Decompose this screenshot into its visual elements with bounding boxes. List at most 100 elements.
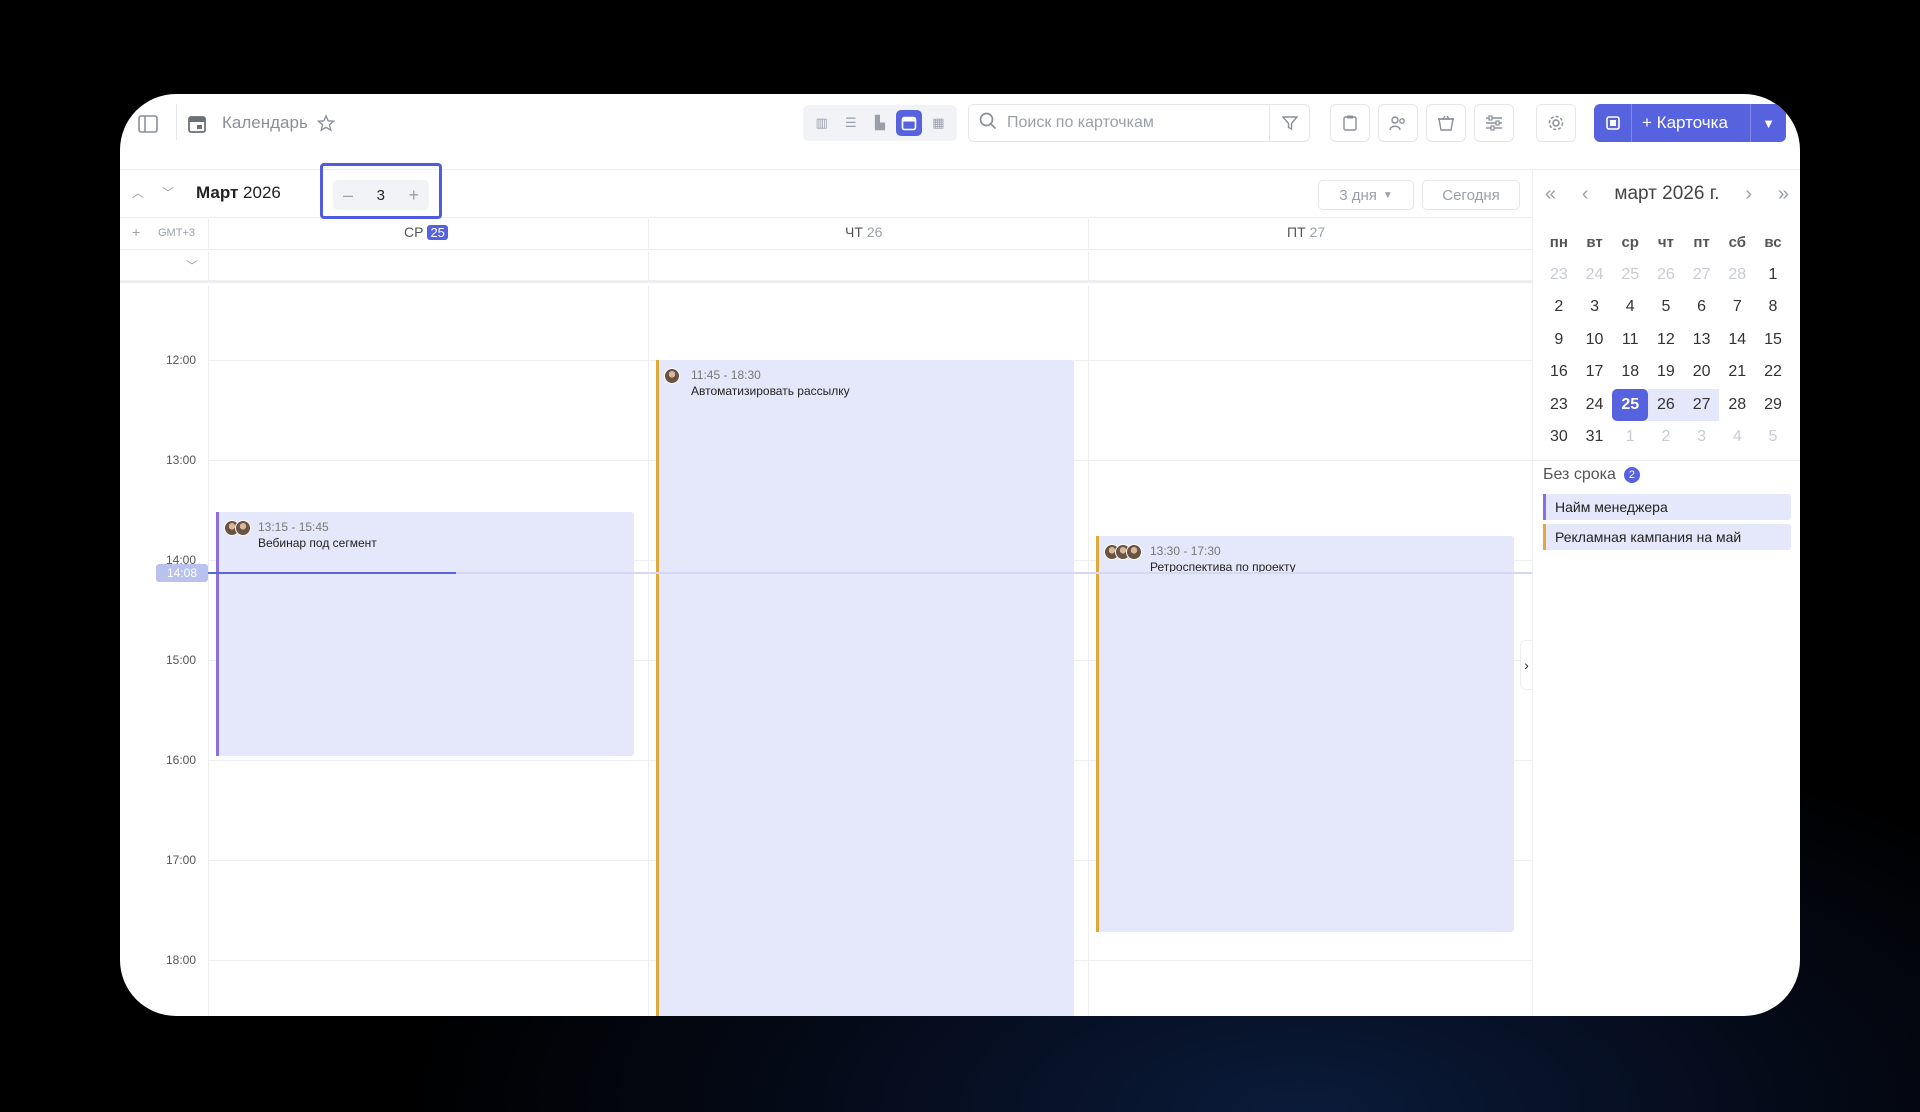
no-deadline-card[interactable]: Рекламная кампания на май — [1543, 524, 1791, 550]
gantt-view-icon[interactable]: ▙ — [867, 110, 893, 136]
date-cell[interactable]: 12 — [1648, 324, 1684, 357]
date-cell[interactable]: 3 — [1577, 291, 1613, 324]
plus-icon: + — [1642, 113, 1652, 132]
date-cell[interactable]: 21 — [1719, 356, 1755, 389]
users-icon[interactable] — [1378, 104, 1418, 142]
date-cell[interactable]: 1 — [1755, 259, 1791, 292]
date-cell[interactable]: 15 — [1755, 324, 1791, 357]
now-line-today — [206, 572, 456, 574]
double-chevron-right-icon[interactable]: » — [1778, 183, 1789, 206]
range-label: 3 дня — [1339, 186, 1377, 204]
add-card-text: Карточка — [1656, 113, 1728, 132]
date-cell[interactable]: 26 — [1648, 259, 1684, 292]
event-card[interactable]: 13:30 - 17:30 Ретроспектива по проекту — [1096, 536, 1514, 932]
hour-label: 13:00 — [166, 453, 197, 467]
no-deadline-card[interactable]: Найм менеджера — [1543, 494, 1791, 520]
clipboard-icon[interactable] — [1330, 104, 1370, 142]
date-cell[interactable]: 25 — [1612, 259, 1648, 292]
day-header-wed[interactable]: СР 25 — [404, 224, 448, 240]
day-header-fri[interactable]: ПТ 27 — [1287, 224, 1325, 240]
sidebar-toggle-icon[interactable] — [136, 112, 160, 136]
event-card[interactable]: 13:15 - 15:45 Вебинар под сегмент — [216, 512, 634, 756]
double-chevron-left-icon[interactable]: « — [1545, 183, 1556, 206]
date-cell[interactable]: 4 — [1719, 421, 1755, 454]
date-cell[interactable]: 24 — [1577, 259, 1613, 292]
hour-label: 16:00 — [166, 753, 197, 767]
weekday-label: ср — [1621, 233, 1639, 251]
date-cell[interactable]: 10 — [1577, 324, 1613, 357]
chevron-left-icon[interactable]: ‹ — [1582, 183, 1589, 206]
week-row: 23 24 25 26 27 28 29 — [1541, 388, 1791, 422]
date-cell[interactable]: 5 — [1755, 421, 1791, 454]
date-cell[interactable]: 5 — [1648, 291, 1684, 324]
filter-icon[interactable] — [1269, 105, 1309, 141]
date-cell[interactable]: 7 — [1719, 291, 1755, 324]
weekday-label: пт — [1693, 233, 1710, 251]
date-cell[interactable]: 13 — [1684, 324, 1720, 357]
date-cell[interactable]: 24 — [1577, 389, 1613, 422]
date-cell[interactable]: 30 — [1541, 421, 1577, 454]
grid-view-icon[interactable]: ▦ — [925, 110, 951, 136]
add-timezone-icon[interactable]: + — [132, 224, 140, 240]
date-cell[interactable]: 9 — [1541, 324, 1577, 357]
date-cell[interactable]: 28 — [1719, 389, 1755, 422]
side-panel: « ‹ март 2026 г. › » пн вт ср чт пт сб в… — [1532, 170, 1800, 1016]
list-view-icon[interactable]: ☰ — [838, 110, 864, 136]
prev-period-icon[interactable]: ︿ — [132, 184, 144, 201]
assignees — [1104, 544, 1142, 560]
date-cell[interactable]: 2 — [1541, 291, 1577, 324]
date-cell-in-range[interactable]: 26 — [1648, 388, 1684, 421]
search-input[interactable]: Поиск по карточкам — [1007, 114, 1269, 132]
card-color-bar — [1543, 524, 1546, 550]
chevron-right-icon[interactable]: › — [1745, 183, 1752, 206]
next-period-icon[interactable]: ﹀ — [162, 184, 174, 201]
date-cell[interactable]: 20 — [1684, 356, 1720, 389]
event-color-bar — [656, 360, 659, 1016]
chevron-down-icon[interactable]: ﹀ — [186, 257, 198, 274]
date-cell[interactable]: 16 — [1541, 356, 1577, 389]
add-card-button[interactable]: + Карточка ▼ — [1594, 104, 1786, 142]
card-icon — [1594, 104, 1632, 142]
date-cell[interactable]: 3 — [1684, 421, 1720, 454]
date-cell[interactable]: 11 — [1612, 324, 1648, 357]
date-cell[interactable]: 23 — [1541, 389, 1577, 422]
date-cell[interactable]: 27 — [1684, 259, 1720, 292]
today-button[interactable]: Сегодня — [1422, 180, 1520, 210]
now-time-badge: 14:08 — [156, 564, 208, 582]
date-cell[interactable]: 23 — [1541, 259, 1577, 292]
time-grid[interactable]: 12:00 13:00 14:00 15:00 16:00 17:00 18:0… — [120, 286, 1532, 1016]
date-cell[interactable]: 17 — [1577, 356, 1613, 389]
calendar-view-icon[interactable] — [896, 110, 923, 136]
event-color-bar — [216, 512, 219, 756]
date-cell[interactable]: 31 — [1577, 421, 1613, 454]
star-icon[interactable] — [314, 111, 338, 135]
date-cell[interactable]: 14 — [1719, 324, 1755, 357]
day-name: ЧТ — [845, 224, 863, 240]
date-cell[interactable]: 28 — [1719, 259, 1755, 292]
date-cell[interactable]: 8 — [1755, 291, 1791, 324]
basket-icon[interactable] — [1426, 104, 1466, 142]
date-cell[interactable]: 1 — [1612, 421, 1648, 454]
chevron-right-icon[interactable]: › — [1520, 640, 1532, 690]
divider — [208, 218, 209, 250]
date-cell[interactable]: 2 — [1648, 421, 1684, 454]
date-cell[interactable]: 4 — [1612, 291, 1648, 324]
date-cell[interactable]: 29 — [1755, 389, 1791, 422]
board-view-icon[interactable]: ▥ — [809, 110, 835, 136]
date-cell-in-range[interactable]: 27 — [1683, 388, 1720, 421]
date-cell-selected[interactable]: 25 — [1612, 388, 1649, 421]
gear-icon[interactable] — [1536, 104, 1576, 142]
date-cell[interactable]: 6 — [1684, 291, 1720, 324]
sliders-icon[interactable] — [1474, 104, 1514, 142]
search-box[interactable]: Поиск по карточкам — [968, 104, 1310, 142]
chevron-down-icon[interactable]: ▼ — [1750, 104, 1786, 142]
date-cell[interactable]: 22 — [1755, 356, 1791, 389]
event-card[interactable]: 11:45 - 18:30 Автоматизировать рассылку — [656, 360, 1074, 1016]
date-cell[interactable]: 19 — [1648, 356, 1684, 389]
mini-calendar: пн вт ср чт пт сб вс 23 24 25 26 27 28 1… — [1541, 226, 1791, 454]
event-title: Автоматизировать рассылку — [691, 384, 850, 398]
range-select[interactable]: 3 дня ▼ — [1318, 180, 1414, 210]
top-toolbar: Календарь ▥ ☰ ▙ ▦ Поиск по карточкам + К… — [120, 94, 1800, 170]
day-header-thu[interactable]: ЧТ 26 — [845, 224, 882, 240]
date-cell[interactable]: 18 — [1612, 356, 1648, 389]
